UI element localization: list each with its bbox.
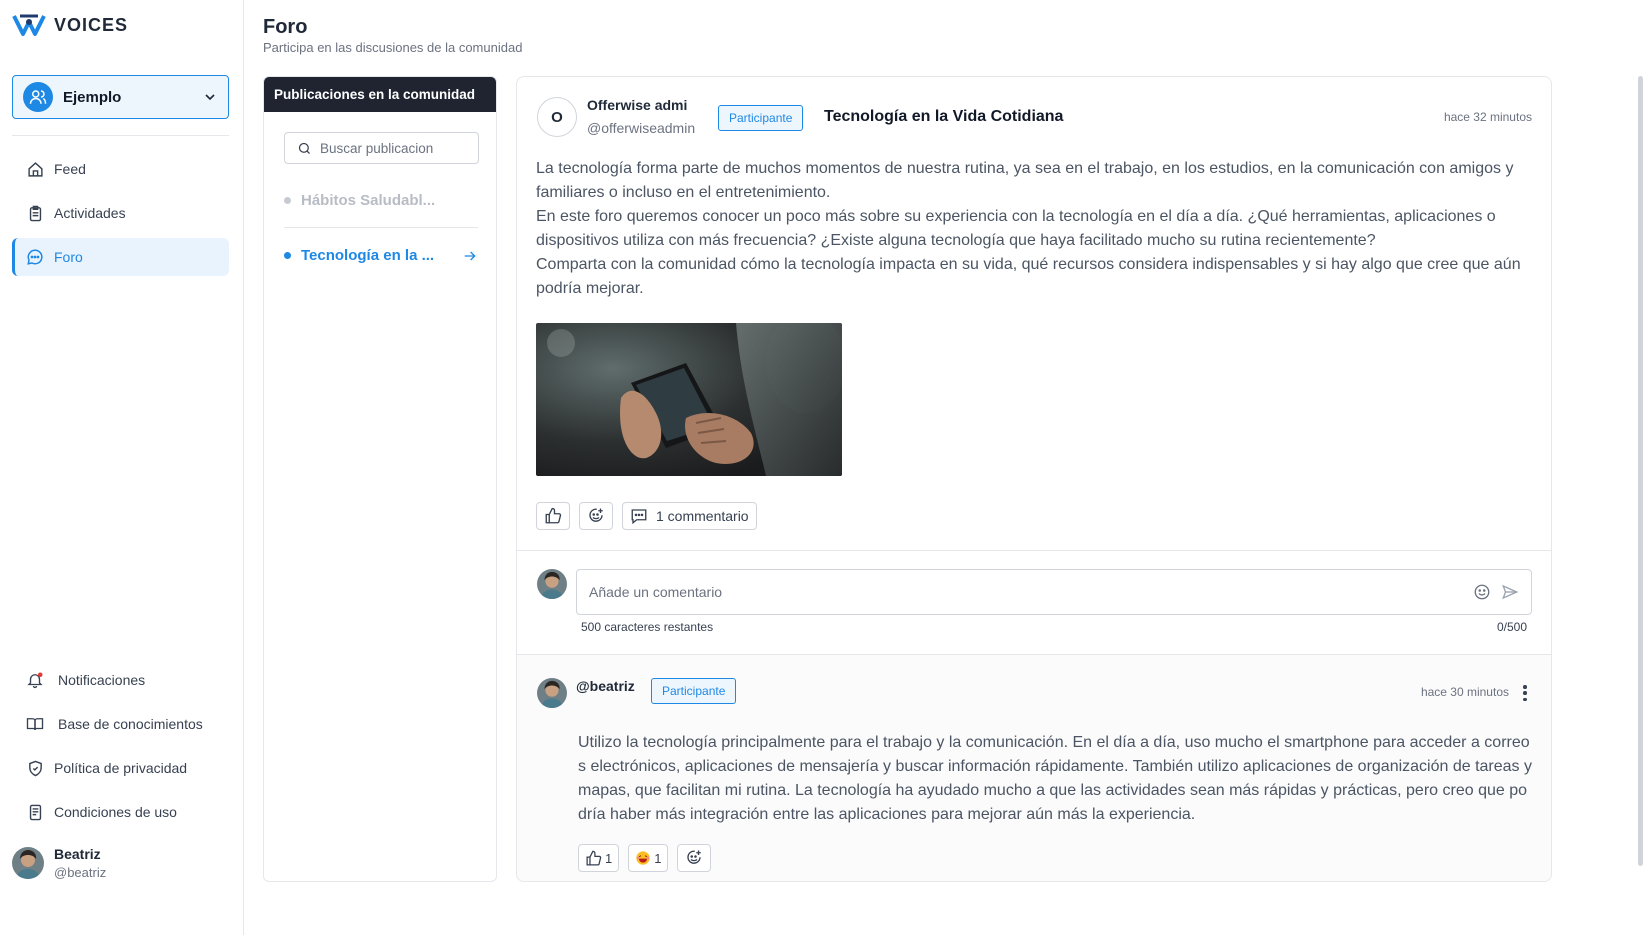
sidebar-item-foro[interactable]: Foro: [12, 238, 229, 276]
page-title: Foro: [263, 16, 308, 38]
characters-remaining: 500 caracteres restantes: [581, 620, 714, 634]
comment-input[interactable]: [589, 584, 1473, 600]
post-body: La tecnología forma parte de muchos mome…: [536, 157, 1531, 301]
sidebar-item-label: Condiciones de uso: [54, 804, 177, 820]
post-paragraph: Comparta con la comunidad cómo la tecnol…: [536, 256, 1521, 297]
author-avatar: O: [537, 97, 577, 137]
sidebar-item-condiciones[interactable]: Condiciones de uso: [12, 793, 229, 831]
comment-author-handle: @beatriz: [576, 678, 635, 694]
status-dot: [284, 197, 291, 204]
sidebar-item-actividades[interactable]: Actividades: [12, 194, 229, 232]
home-icon: [26, 160, 44, 178]
post-timestamp: hace 32 minutos: [1443, 110, 1532, 124]
sidebar-item-privacidad[interactable]: Política de privacidad: [12, 749, 229, 787]
reaction-count: 1: [654, 850, 662, 866]
post-list-divider: [284, 227, 478, 228]
clipboard-icon: [26, 204, 44, 222]
app-logo[interactable]: VOICES: [12, 12, 128, 38]
logo-text: VOICES: [54, 14, 129, 35]
author-handle: @offerwiseadmin: [587, 120, 696, 136]
avatar: [537, 678, 567, 708]
sidebar-item-label: Base de conocimientos: [58, 716, 203, 732]
status-dot: [284, 252, 291, 259]
thumbs-up-icon: [545, 507, 562, 524]
thumbs-up-icon: [586, 850, 602, 866]
voices-logo-icon: [12, 14, 46, 36]
user-name: Beatriz: [54, 846, 101, 862]
post-image[interactable]: [536, 323, 842, 476]
shield-icon: [26, 759, 44, 777]
comment-add-reaction-button[interactable]: [677, 844, 712, 872]
posts-panel-title: Publicaciones en la comunidad: [264, 77, 496, 112]
comment-like-button[interactable]: 1: [578, 844, 620, 872]
posts-panel: Publicaciones en la comunidad Hábitos Sa…: [263, 76, 497, 882]
like-count: 1: [605, 850, 613, 866]
comment-reaction-button[interactable]: 1: [628, 844, 669, 872]
comment-actions: 1 1: [578, 844, 712, 872]
chevron-down-icon: [205, 94, 215, 101]
document-icon: [26, 803, 44, 821]
search-icon: [298, 142, 310, 154]
sidebar-item-label: Notificaciones: [58, 672, 146, 688]
sidebar-item-notificaciones[interactable]: Notificaciones: [12, 661, 229, 699]
page-subtitle: Participa en las discusiones de la comun…: [263, 40, 523, 55]
search-box: [284, 132, 479, 164]
sidebar-item-label: Actividades: [54, 205, 126, 221]
avatar: [537, 569, 567, 599]
scrollbar[interactable]: [1638, 76, 1643, 866]
like-button[interactable]: [536, 502, 570, 530]
arrow-right-icon: [464, 251, 476, 260]
comments-button[interactable]: 1 commentario: [622, 502, 757, 530]
post-list-item[interactable]: Hábitos Saludabl...: [284, 192, 478, 209]
post-paragraph: La tecnología forma parte de muchos mome…: [536, 160, 1514, 201]
role-badge: Participante: [651, 678, 737, 704]
add-reaction-button[interactable]: [579, 502, 613, 530]
sidebar-item-label: Política de privacidad: [54, 760, 188, 776]
post-title: Tecnología en la Vida Cotidiana: [824, 108, 1064, 125]
comment-composer: 500 caracteres restantes 0/500: [517, 551, 1551, 654]
character-count: 0/500: [1496, 620, 1527, 634]
current-user[interactable]: Beatriz @beatriz: [12, 846, 106, 880]
post-list-item-active[interactable]: Tecnología en la ...: [284, 247, 478, 264]
sidebar-item-base-conocimientos[interactable]: Base de conocimientos: [12, 705, 229, 743]
comments-count-label: 1 commentario: [656, 508, 749, 524]
chat-icon: [26, 248, 44, 266]
emoji-add-icon: [589, 508, 603, 522]
emoji-add-icon: [687, 850, 702, 864]
emoji-icon[interactable]: [1473, 583, 1491, 601]
comment-text: Utilizo la tecnología principalmente par…: [578, 734, 1532, 823]
comment-item: @beatriz Participante hace 30 minutos Ut…: [517, 655, 1551, 881]
post-detail: O Offerwise admi @offerwiseadmin Partici…: [516, 76, 1552, 882]
comment-timestamp: hace 30 minutos: [1420, 685, 1509, 699]
community-name: Ejemplo: [63, 88, 122, 106]
book-icon: [26, 715, 44, 733]
users-icon: [23, 82, 53, 112]
sidebar-item-feed[interactable]: Feed: [12, 150, 229, 188]
secondary-nav: Notificaciones Base de conocimientos Pol…: [12, 661, 229, 837]
post-paragraph: En este foro queremos conocer un poco má…: [536, 208, 1496, 249]
post-list-item-label: Tecnología en la ...: [301, 247, 435, 264]
search-input[interactable]: [320, 140, 470, 156]
community-selector[interactable]: Ejemplo: [12, 75, 229, 119]
bell-icon: [26, 671, 44, 689]
main-nav: Feed Actividades Foro: [12, 150, 229, 282]
sidebar-item-label: Foro: [54, 249, 83, 265]
comment-icon: [631, 509, 647, 525]
author-name: Offerwise admi: [587, 97, 688, 113]
laughing-emoji-icon: [636, 851, 650, 865]
post-list-item-label: Hábitos Saludabl...: [301, 192, 436, 209]
send-icon[interactable]: [1501, 583, 1519, 601]
sidebar: VOICES Ejemplo Feed Actividades Foro Not…: [0, 0, 244, 935]
role-badge: Participante: [718, 105, 804, 131]
sidebar-divider: [12, 135, 229, 136]
user-handle: @beatriz: [54, 865, 107, 880]
comment-input-wrapper: [576, 569, 1532, 615]
post-actions: 1 commentario: [536, 502, 757, 530]
avatar: [12, 847, 44, 879]
sidebar-item-label: Feed: [54, 161, 86, 177]
more-options-icon[interactable]: [1517, 683, 1533, 703]
